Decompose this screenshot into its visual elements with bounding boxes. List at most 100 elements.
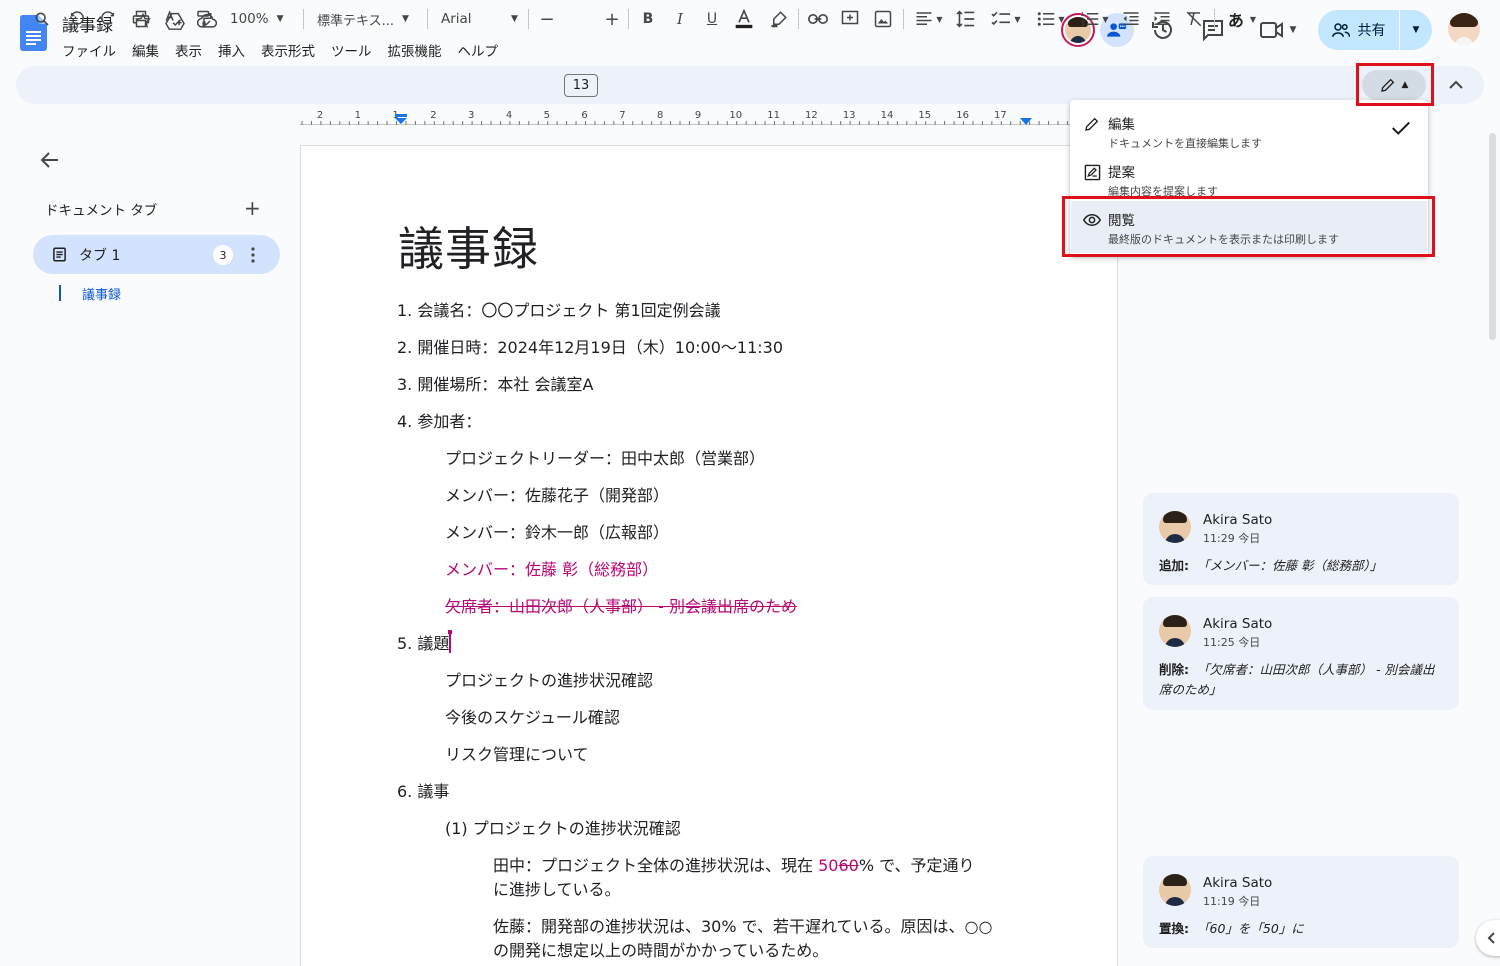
caret-down-icon: ▼: [511, 14, 518, 24]
suggestion-card[interactable]: Akira Sato 11:29 今日 追加: 「メンバー：佐藤 彰（総務部）」: [1143, 493, 1459, 585]
doc-line-agenda[interactable]: 5. 議題: [397, 630, 453, 654]
decrease-indent-icon[interactable]: [1120, 5, 1142, 33]
menu-item-editing[interactable]: 編集: [1108, 113, 1135, 133]
vertical-scrollbar[interactable]: [1489, 133, 1496, 340]
document-heading[interactable]: 議事録: [398, 213, 539, 279]
hide-menus-button[interactable]: [1444, 73, 1468, 97]
doc-line-statement[interactable]: 佐藤：開発部の進捗状況は、30% で、若干遅れている。原因は、○○: [493, 913, 992, 937]
suggestion-time: 11:25 今日: [1203, 636, 1261, 649]
menu-insert[interactable]: 挿入: [218, 38, 253, 62]
toolbar-divider: [1214, 9, 1215, 29]
increase-indent-icon[interactable]: [1151, 5, 1173, 33]
doc-line-statement[interactable]: の開発に想定以上の時間がかかっているため。: [493, 937, 828, 961]
doc-line-attendee[interactable]: メンバー：鈴木一郎（広報部）: [445, 519, 669, 543]
paint-format-icon[interactable]: [192, 5, 216, 33]
tab-item-1[interactable]: [33, 235, 280, 274]
caret-down-icon: ▼: [936, 14, 943, 24]
doc-line-datetime[interactable]: 2. 開催日時：2024年12月19日（木）10:00〜11:30: [397, 334, 783, 358]
menu-help[interactable]: ヘルプ: [458, 38, 507, 62]
doc-line-agenda-item[interactable]: 今後のスケジュール確認: [445, 704, 620, 728]
side-panel-toggle[interactable]: [1476, 920, 1500, 956]
doc-line-attendees[interactable]: 4. 参加者：: [397, 408, 481, 432]
ruler-number: 1: [354, 110, 361, 121]
share-options-button[interactable]: ▼: [1400, 10, 1432, 50]
eye-icon: [1082, 210, 1102, 230]
insert-image-icon[interactable]: [872, 5, 894, 33]
doc-line-agenda-item[interactable]: プロジェクトの進捗状況確認: [445, 667, 653, 691]
editing-mode-button[interactable]: ▲: [1362, 70, 1426, 100]
horizontal-ruler[interactable]: 211234567891011121314151617: [300, 110, 1070, 128]
highlight-color-icon[interactable]: [768, 5, 790, 33]
caret-down-icon: ▼: [1058, 14, 1065, 24]
ruler-number: 6: [581, 110, 588, 121]
doc-line-subheading[interactable]: (1) プロジェクトの進捗状況確認: [445, 815, 681, 839]
input-tools-label: あ: [1227, 11, 1244, 30]
doc-line-suggested-delete[interactable]: 欠席者：山田次郎（人事部） - 別会議出席のため: [445, 593, 797, 617]
input-tools-select[interactable]: あ ▼: [1222, 5, 1262, 33]
checklist-select[interactable]: ▼: [987, 5, 1025, 33]
suggested-insert-text[interactable]: 50: [818, 856, 838, 875]
zoom-select[interactable]: 100% ▼: [230, 5, 284, 33]
underline-icon[interactable]: U: [702, 5, 722, 33]
menu-item-viewing[interactable]: 閲覧: [1108, 209, 1135, 229]
doc-line-minutes[interactable]: 6. 議事: [397, 778, 449, 802]
left-indent-marker-icon[interactable]: [395, 114, 407, 124]
search-menus-icon[interactable]: [30, 5, 54, 33]
toolbar-divider: [903, 9, 904, 29]
menu-item-suggesting[interactable]: 提案: [1108, 161, 1135, 181]
spellcheck-icon[interactable]: [161, 5, 185, 33]
undo-icon[interactable]: [65, 5, 89, 33]
outline-item-heading[interactable]: 議事録: [82, 284, 121, 303]
ruler-number: 14: [880, 110, 894, 121]
numbered-list-select[interactable]: 123 ▼: [1077, 5, 1113, 33]
back-arrow-icon[interactable]: [38, 148, 62, 172]
doc-line-statement[interactable]: に進捗している。: [493, 876, 621, 900]
font-select[interactable]: Arial ▼: [441, 5, 518, 33]
suggestion-card[interactable]: Akira Sato 11:19 今日 置換: 「60」を「50」に: [1143, 856, 1459, 948]
more-vert-icon[interactable]: [246, 245, 260, 265]
doc-line-attendee[interactable]: メンバー：佐藤花子（開発部）: [445, 482, 669, 506]
menu-format[interactable]: 表示形式: [261, 38, 323, 62]
menu-tools[interactable]: ツール: [331, 38, 380, 62]
menu-edit[interactable]: 編集: [132, 38, 167, 62]
numbered-list-icon: 123: [1081, 12, 1099, 28]
tabs-header: ドキュメント タブ: [45, 203, 158, 219]
font-size-input[interactable]: 13: [564, 74, 598, 97]
clear-formatting-icon[interactable]: [1183, 5, 1205, 33]
bold-icon[interactable]: B: [638, 5, 658, 33]
ruler-number: 9: [694, 110, 702, 121]
align-select[interactable]: ▼: [912, 5, 946, 33]
right-indent-marker-icon[interactable]: [1020, 118, 1032, 126]
suggestion-body: 置換: 「60」を「50」に: [1159, 919, 1445, 939]
print-icon[interactable]: [129, 5, 153, 33]
doc-line-statement[interactable]: 田中：プロジェクト全体の進捗状況は、現在 5060% で、予定通り: [493, 852, 974, 876]
redo-icon[interactable]: [96, 5, 120, 33]
suggested-delete-text[interactable]: 60: [838, 856, 858, 875]
style-value: 標準テキス...: [317, 13, 395, 29]
share-button[interactable]: 共有: [1318, 10, 1399, 50]
ruler-number: 2: [316, 110, 324, 121]
doc-line-attendee[interactable]: プロジェクトリーダー：田中太郎（営業部）: [445, 445, 765, 469]
decrease-font-size-icon[interactable]: −: [538, 5, 556, 33]
line-spacing-icon[interactable]: [954, 5, 978, 33]
increase-font-size-icon[interactable]: +: [603, 5, 621, 33]
doc-line-suggested-insert[interactable]: メンバー：佐藤 彰（総務部）: [445, 556, 658, 580]
text-color-icon[interactable]: [733, 5, 755, 33]
caret-down-icon: ▼: [1249, 14, 1257, 24]
bulleted-list-select[interactable]: ▼: [1033, 5, 1069, 33]
menu-extensions[interactable]: 拡張機能: [388, 38, 450, 62]
suggestion-action: 置換:: [1159, 921, 1189, 936]
style-select[interactable]: 標準テキス... ▼: [317, 5, 409, 33]
italic-icon[interactable]: I: [670, 5, 690, 33]
add-tab-icon[interactable]: +: [244, 198, 261, 218]
suggestion-card[interactable]: Akira Sato 11:25 今日 削除: 「欠席者：山田次郎（人事部） - …: [1143, 597, 1459, 710]
menu-view[interactable]: 表示: [175, 38, 210, 62]
account-avatar[interactable]: [1448, 13, 1480, 45]
menu-file[interactable]: ファイル: [62, 38, 124, 62]
doc-line-location[interactable]: 3. 開催場所：本社 会議室A: [397, 371, 593, 395]
doc-line-meeting-name[interactable]: 1. 会議名：〇〇プロジェクト 第1回定例会議: [397, 297, 721, 321]
doc-line-agenda-item[interactable]: リスク管理について: [445, 741, 589, 765]
ruler-ticks: [301, 121, 1068, 125]
insert-link-icon[interactable]: [807, 5, 829, 33]
add-comment-icon[interactable]: [839, 5, 861, 33]
